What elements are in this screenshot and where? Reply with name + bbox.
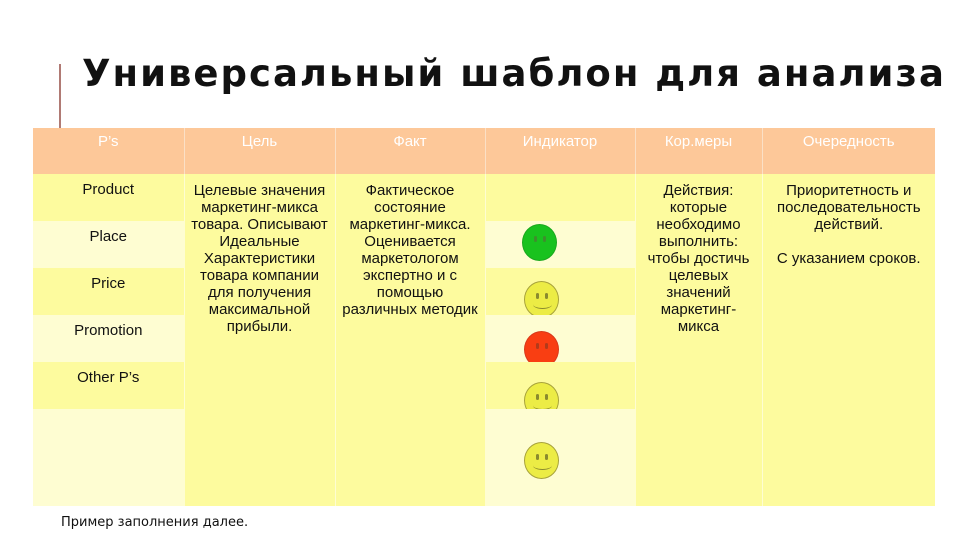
- green-smiley-icon: [521, 223, 557, 261]
- page-title: Универсальный шаблон для анализа: [82, 52, 946, 95]
- ps-cell-place: Place: [33, 221, 184, 268]
- indicator-cell: [484, 315, 635, 368]
- accent-line: [59, 64, 61, 128]
- goal-cell: Целевые значения маркетинг-микса товара.…: [183, 174, 335, 506]
- order-cell: Приоритетность и последовательность дейс…: [761, 174, 935, 506]
- indicator-cell: [484, 409, 635, 506]
- yellow-smiley-icon: [523, 441, 559, 479]
- ps-cell-product: Product: [33, 174, 184, 221]
- indicator-cell-empty: [484, 174, 635, 221]
- analysis-template-table: P’s Цель Факт Индикатор Кор.меры Очередн…: [33, 128, 935, 506]
- measures-cell: Действия: которые необходимо выполнить: …: [634, 174, 762, 506]
- order-text-deadlines: С указанием сроков.: [776, 250, 921, 267]
- header-ps: P’s: [33, 128, 184, 174]
- yellow-smiley-icon: [523, 280, 559, 318]
- footer-note: Пример заполнения далее.: [61, 515, 249, 530]
- indicator-cell: [484, 362, 635, 419]
- indicator-cell: [484, 268, 635, 318]
- fact-cell: Фактическое состояние маркетинг-микса. О…: [334, 174, 485, 506]
- header-measures: Кор.меры: [634, 128, 762, 174]
- header-order: Очередность: [761, 128, 935, 174]
- table-header-row: P’s Цель Факт Индикатор Кор.меры Очередн…: [33, 128, 935, 174]
- header-goal: Цель: [183, 128, 335, 174]
- ps-cell-other: Other P’s: [33, 362, 184, 409]
- indicator-cell: [484, 221, 635, 268]
- table-row: Product Целевые значения маркетинг-микса…: [33, 174, 935, 506]
- order-text-priority: Приоритетность и последовательность дейс…: [776, 182, 921, 233]
- header-indicator: Индикатор: [484, 128, 635, 174]
- ps-cell-promotion: Promotion: [33, 315, 184, 362]
- header-fact: Факт: [334, 128, 485, 174]
- ps-cell-empty: [33, 409, 184, 506]
- ps-cell-price: Price: [33, 268, 184, 315]
